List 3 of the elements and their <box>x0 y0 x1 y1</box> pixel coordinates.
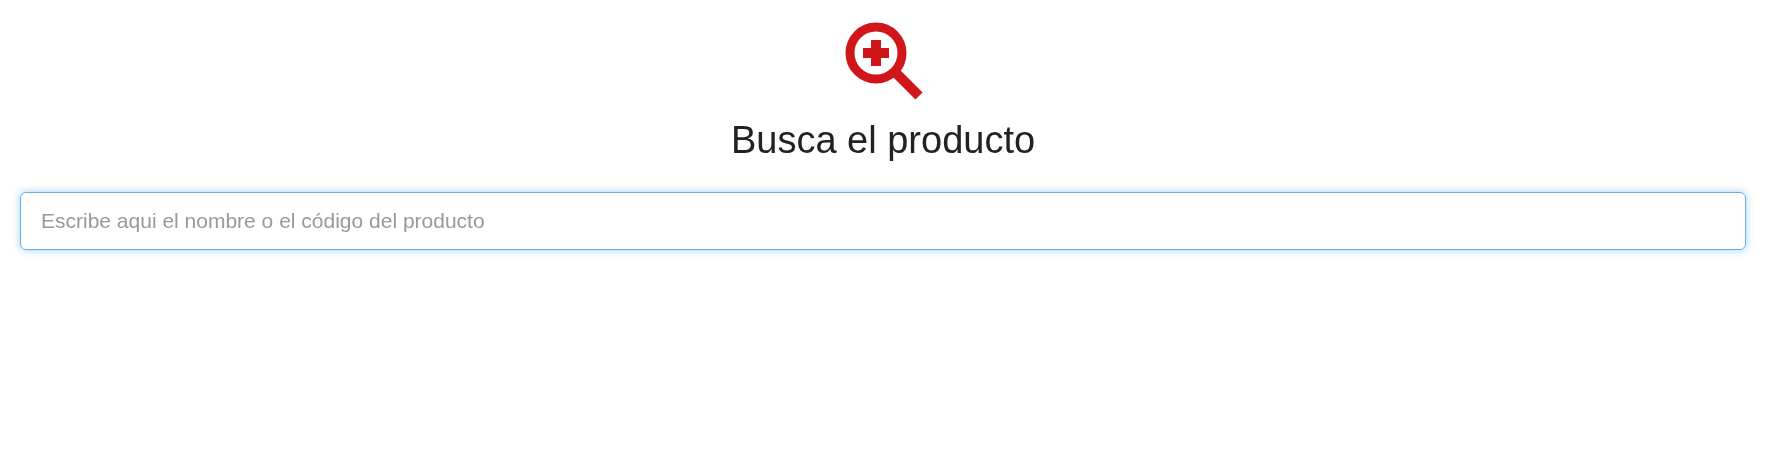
search-plus-logo-icon <box>843 20 923 100</box>
search-field[interactable]: Escribe aqui el nombre o el código del producto <box>20 192 1746 250</box>
page-title: Busca el producto <box>730 118 1036 162</box>
